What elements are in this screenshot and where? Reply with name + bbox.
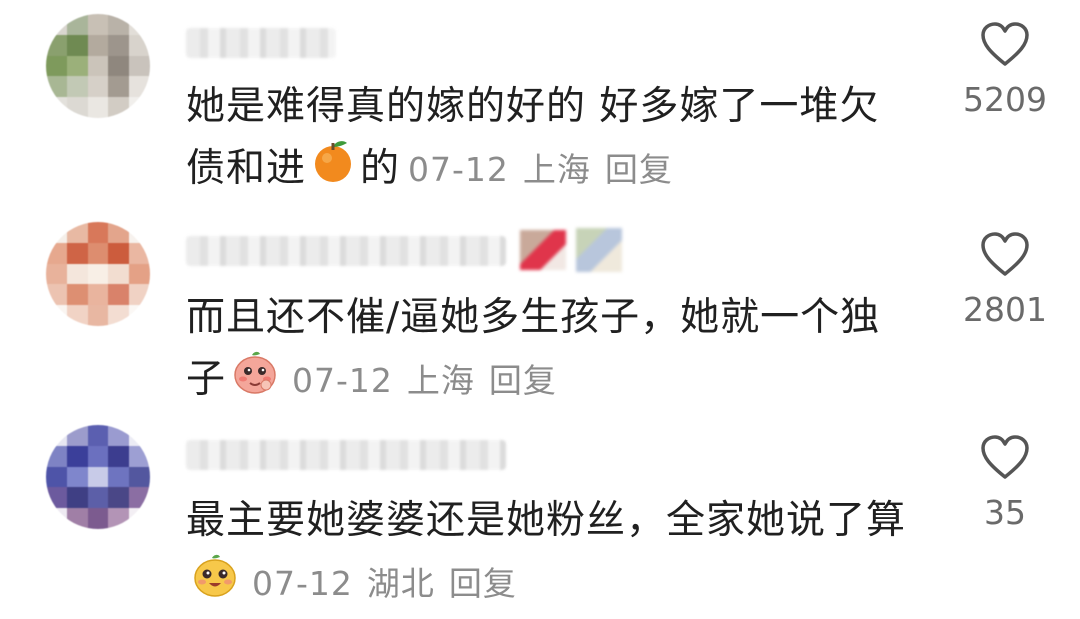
like-count: 35 xyxy=(984,493,1026,532)
reply-button[interactable]: 回复 xyxy=(489,361,557,400)
comment-location: 上海 xyxy=(406,361,475,400)
reply-button[interactable]: 回复 xyxy=(605,150,673,189)
username-badge-blurred xyxy=(576,228,622,272)
comment-location: 湖北 xyxy=(366,564,435,603)
heart-icon xyxy=(981,435,1029,479)
username-blurred[interactable] xyxy=(186,236,506,266)
comment-date: 07-12 xyxy=(408,150,509,189)
username-blurred[interactable] xyxy=(186,440,506,470)
reply-button[interactable]: 回复 xyxy=(449,564,517,603)
like-button[interactable]: 35 xyxy=(955,435,1055,532)
like-count: 5209 xyxy=(963,80,1047,119)
like-button[interactable]: 5209 xyxy=(955,22,1055,119)
orange-emoji-icon xyxy=(312,138,354,203)
like-count: 2801 xyxy=(963,290,1047,329)
shy-face-emoji-icon xyxy=(232,349,278,414)
comment-text: 而且还不催/逼她多生孩子，她就一个独子 07-12 上海 回复 xyxy=(186,287,916,414)
comment-text: 她是难得真的嫁的好的 好多嫁了一堆欠债和进 的 07-12 上海 回复 xyxy=(186,76,916,203)
heart-icon xyxy=(981,22,1029,66)
avatar[interactable] xyxy=(46,222,150,326)
laughing-face-emoji-icon xyxy=(192,552,238,617)
comment-date: 07-12 xyxy=(252,564,353,603)
username-badge-blurred xyxy=(520,230,566,270)
like-button[interactable]: 2801 xyxy=(955,232,1055,329)
avatar[interactable] xyxy=(46,14,150,118)
comment-date: 07-12 xyxy=(292,361,393,400)
username-blurred[interactable] xyxy=(186,28,336,58)
avatar[interactable] xyxy=(46,425,150,529)
heart-icon xyxy=(981,232,1029,276)
comment-text: 最主要她婆婆还是她粉丝，全家她说了算 07-12 湖北 回复 xyxy=(186,490,916,617)
comment-location: 上海 xyxy=(522,150,591,189)
